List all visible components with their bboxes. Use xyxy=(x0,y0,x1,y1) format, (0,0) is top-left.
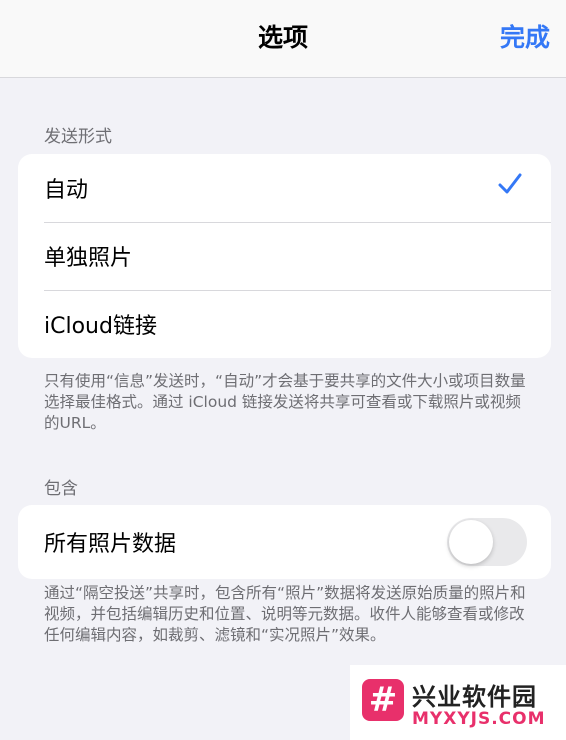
option-individual-photos[interactable]: 单独照片 xyxy=(18,222,551,290)
include-footer: 通过“隔空投送”共享时，包含所有“照片”数据将发送原始质量的照片和视频，并包括编… xyxy=(44,584,526,644)
watermark-site: MYXYJS.COM xyxy=(412,709,546,729)
toggle-knob xyxy=(449,520,493,564)
all-photo-data-label: 所有照片数据 xyxy=(44,532,177,557)
option-icloud-link[interactable]: iCloud链接 xyxy=(18,290,551,358)
all-photo-data-row: 所有照片数据 xyxy=(18,505,551,579)
send-format-header: 发送形式 xyxy=(44,127,112,147)
navigation-bar: 选项 完成 xyxy=(0,0,566,78)
option-label: iCloud链接 xyxy=(44,314,157,339)
watermark-name: 兴业软件园 xyxy=(412,683,537,711)
checkmark-icon xyxy=(497,172,523,202)
option-label: 单独照片 xyxy=(44,246,133,271)
option-label: 自动 xyxy=(44,178,89,203)
watermark: # 兴业软件园 MYXYJS.COM xyxy=(350,665,566,740)
send-format-group: 自动 单独照片 iCloud链接 xyxy=(18,154,551,358)
send-format-footer: 只有使用“信息”发送时，“自动”才会基于要共享的文件大小或项目数量选择最佳格式。… xyxy=(44,372,526,432)
option-automatic[interactable]: 自动 xyxy=(18,154,551,222)
include-header: 包含 xyxy=(44,479,78,499)
include-group: 所有照片数据 xyxy=(18,505,551,579)
done-button[interactable]: 完成 xyxy=(500,18,550,54)
watermark-logo: # xyxy=(362,679,404,721)
all-photo-data-toggle[interactable] xyxy=(447,518,527,566)
page-title: 选项 xyxy=(257,23,308,52)
